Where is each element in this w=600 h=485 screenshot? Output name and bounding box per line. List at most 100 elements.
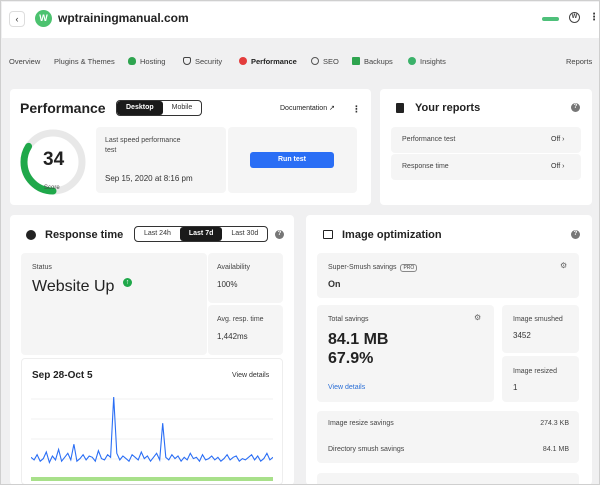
nav-hosting[interactable]: Hosting (128, 57, 165, 66)
nav-overview[interactable]: Overview (9, 57, 40, 66)
report-row-status-text: Off (551, 163, 561, 170)
resize-savings-value: 274.3 KB (540, 420, 569, 427)
total-savings-label: Total savings (328, 316, 369, 323)
super-smush-panel: Super-Smush savings PRO On ⚙ (317, 253, 579, 298)
response-time-icon (26, 230, 36, 240)
chart-baseline-bar (31, 477, 273, 481)
status-indicator (542, 17, 559, 21)
nav-label: SEO (323, 57, 339, 66)
nav-label: Insights (420, 57, 446, 66)
availability-value: 100% (217, 280, 238, 289)
nav-label: Security (195, 57, 223, 66)
directory-savings-value: 84.1 MB (542, 446, 569, 453)
range-30d[interactable]: Last 30d (222, 227, 267, 241)
score-value: 34 (43, 149, 65, 170)
super-smush-label-text: Super-Smush savings (328, 264, 397, 271)
nav-backups[interactable]: Backups (352, 57, 393, 66)
back-button[interactable]: ‹ (9, 11, 25, 27)
documentation-label: Documentation (280, 105, 328, 112)
performance-menu-icon[interactable]: ⋮ (352, 104, 361, 114)
nav-label: Performance (251, 57, 297, 66)
report-row-status-text: Off (551, 136, 561, 143)
range-7d[interactable]: Last 7d (179, 227, 223, 241)
site-avatar: W (35, 10, 52, 27)
nav-security[interactable]: Security (183, 57, 222, 66)
report-row[interactable]: Response time Off › (391, 154, 581, 180)
run-test-button[interactable]: Run test (250, 152, 334, 168)
help-icon[interactable]: ? (571, 230, 580, 239)
image-icon (323, 230, 333, 239)
resized-label: Image resized (513, 368, 557, 375)
nav-label: Reports (566, 57, 593, 66)
super-smush-label: Super-Smush savings PRO (328, 264, 418, 272)
insights-icon (408, 57, 416, 65)
nav-seo[interactable]: SEO (311, 57, 339, 66)
response-time-title: Response time (45, 229, 124, 241)
resize-savings-label: Image resize savings (328, 420, 394, 427)
help-icon[interactable]: ? (275, 230, 284, 239)
gear-icon[interactable]: ⚙ (560, 261, 567, 270)
nav-label: Hosting (140, 57, 166, 66)
smushed-panel: Image smushed 3452 (502, 305, 579, 353)
range-toggle: Last 24h Last 7d Last 30d (134, 226, 269, 242)
status-value: Website Up (32, 278, 115, 295)
site-name[interactable]: wptrainingmanual.com (58, 11, 189, 25)
performance-title: Performance (20, 100, 106, 116)
status-panel: Status Website Up ↑ (21, 253, 207, 355)
view-details-link[interactable]: View details (328, 384, 365, 391)
avg-response-value: 1,442ms (217, 332, 248, 341)
smushed-label: Image smushed (513, 316, 563, 323)
report-row-status: Off › (551, 136, 565, 143)
range-24h[interactable]: Last 24h (135, 227, 180, 241)
total-savings-panel: Total savings ⚙ 84.1 MB 67.9% View detai… (317, 305, 494, 402)
view-details-link[interactable]: View details (232, 372, 269, 379)
avg-response-panel: Avg. resp. time 1,442ms (208, 305, 283, 355)
documentation-link[interactable]: Documentation ↗ (280, 104, 335, 112)
chart-gridlines (31, 398, 273, 460)
directory-savings-label: Directory smush savings (328, 446, 405, 453)
nav-plugins-themes[interactable]: Plugins & Themes (54, 57, 115, 66)
run-test-panel: Run test (228, 127, 357, 193)
device-toggle: Desktop Mobile (116, 100, 203, 116)
smushed-value: 3452 (513, 331, 531, 340)
chart-panel: Sep 28-Oct 5 View details (21, 358, 283, 484)
image-optimization-card: Image optimization ? Super-Smush savings… (306, 215, 592, 484)
more-menu-icon[interactable]: ⋮ (589, 13, 599, 23)
nav-insights[interactable]: Insights (408, 57, 446, 66)
shield-icon (183, 57, 191, 65)
last-test-date: Sep 15, 2020 at 8:16 pm (105, 174, 193, 183)
report-row[interactable]: Performance test Off › (391, 127, 581, 153)
help-icon[interactable]: ? (571, 103, 580, 112)
response-chart (31, 396, 273, 481)
response-time-card: Response time Last 24h Last 7d Last 30d … (10, 215, 294, 484)
nav-label: Plugins & Themes (54, 57, 115, 66)
report-row-status: Off › (551, 163, 565, 170)
app-window: ‹ W wptrainingmanual.com W ⋮ Overview Pl… (0, 0, 600, 485)
tab-mobile[interactable]: Mobile (163, 101, 202, 115)
resized-panel: Image resized 1 (502, 356, 579, 402)
nav-performance[interactable]: Performance (239, 57, 297, 66)
external-link-icon: ↗ (329, 105, 335, 112)
super-smush-value: On (328, 279, 341, 289)
globe-icon (311, 57, 319, 65)
total-savings-pct: 67.9% (328, 350, 374, 367)
performance-card: Performance Desktop Mobile Documentation… (10, 89, 371, 205)
nav-reports[interactable]: Reports (566, 57, 592, 66)
tab-desktop[interactable]: Desktop (117, 101, 163, 115)
reports-card: Your reports ? Performance test Off › Re… (380, 89, 592, 205)
status-label: Status (32, 264, 52, 271)
chevron-right-icon: › (562, 163, 565, 170)
wordpress-icon[interactable]: W (569, 12, 580, 23)
report-row-label: Performance test (402, 136, 456, 143)
last-test-label: Last speed performance test (105, 137, 181, 154)
cloud-icon (128, 57, 136, 65)
report-icon (396, 103, 404, 113)
reports-title: Your reports (415, 102, 481, 114)
nav-label: Overview (9, 57, 41, 66)
total-savings-mb: 84.1 MB (328, 331, 389, 348)
gear-icon[interactable]: ⚙ (474, 313, 481, 322)
savings-table: Image resize savings 274.3 KB Directory … (317, 411, 579, 463)
resized-value: 1 (513, 383, 518, 392)
up-arrow-icon: ↑ (123, 278, 132, 287)
chart-period: Sep 28-Oct 5 (32, 370, 93, 381)
